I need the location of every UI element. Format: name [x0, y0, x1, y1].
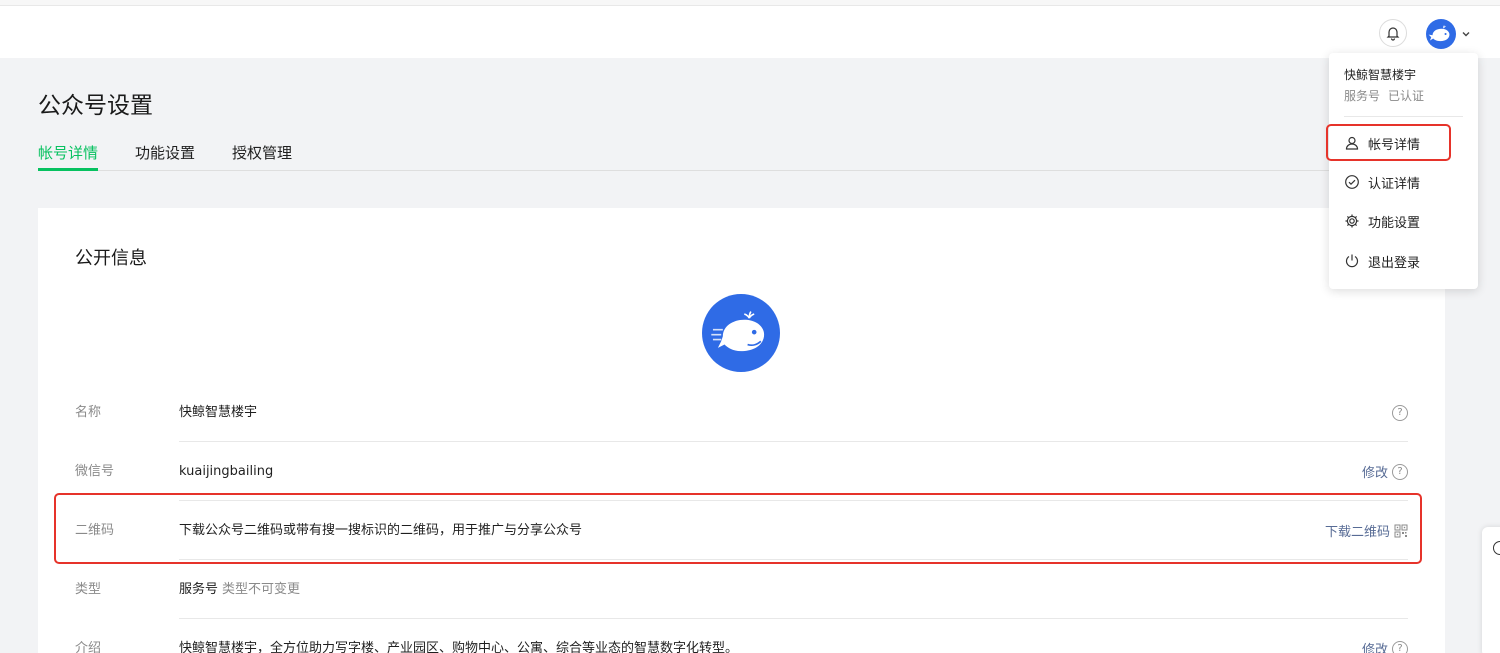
row-value: 下载公众号二维码或带有搜一搜标识的二维码，用于推广与分享公众号: [179, 501, 582, 560]
dropdown-item-label: 退出登录: [1368, 255, 1421, 271]
tab-bar: 帐号详情 功能设置 授权管理: [38, 132, 1442, 171]
tab-authorization[interactable]: 授权管理: [232, 142, 292, 163]
account-avatar[interactable]: [1426, 19, 1456, 49]
row-label: 类型: [75, 582, 102, 597]
account-dropdown-menu: 快鲸智慧楼宇 服务号 已认证 帐号详情 认证详情 功能设置 退出登录: [1329, 53, 1478, 289]
power-icon: [1345, 254, 1359, 268]
row-label: 名称: [75, 405, 102, 420]
row-label: 二维码: [75, 523, 115, 538]
dropdown-item-label: 帐号详情: [1368, 137, 1421, 153]
intro-action[interactable]: 修改 ?: [1362, 619, 1408, 653]
name-help-action[interactable]: ?: [1392, 383, 1408, 442]
modify-link[interactable]: 修改: [1362, 462, 1388, 481]
dropdown-account-type: 服务号: [1344, 89, 1381, 103]
dropdown-item-logout[interactable]: 退出登录: [1344, 249, 1420, 273]
dropdown-item-label: 功能设置: [1368, 215, 1421, 231]
dropdown-item-account-details[interactable]: 帐号详情: [1344, 131, 1420, 155]
wechat-id-value: kuaijingbailing: [179, 464, 274, 479]
whale-logo-icon: [711, 311, 765, 352]
chevron-down-icon[interactable]: [1460, 28, 1472, 40]
floating-help-widget[interactable]: [1482, 527, 1500, 653]
page-title: 公众号设置: [38, 93, 153, 119]
info-row-intro: 介绍 快鲸智慧楼宇，全方位助力写字楼、产业园区、购物中心、公寓、综合等业态的智慧…: [75, 619, 1408, 653]
account-logo: [702, 294, 780, 372]
user-icon: [1345, 136, 1359, 150]
help-icon[interactable]: ?: [1392, 640, 1408, 653]
tab-account-details[interactable]: 帐号详情: [38, 142, 98, 163]
top-bar: [0, 0, 1500, 58]
row-label: 微信号: [75, 464, 115, 479]
check-circle-icon: [1345, 175, 1359, 189]
info-row-name: 名称 快鲸智慧楼宇 ?: [75, 383, 1408, 442]
dropdown-account-meta: 服务号 已认证: [1344, 87, 1432, 104]
account-name-value: 快鲸智慧楼宇: [179, 405, 258, 420]
section-title: 公开信息: [75, 248, 147, 269]
wechat-id-action[interactable]: 修改 ?: [1362, 442, 1408, 501]
qrcode-icon[interactable]: [1394, 524, 1408, 538]
dropdown-item-verification-details[interactable]: 认证详情: [1344, 170, 1420, 194]
dropdown-item-label: 认证详情: [1368, 176, 1421, 192]
row-label: 介绍: [75, 641, 102, 653]
info-row-type: 类型 服务号 类型不可变更: [75, 560, 1408, 619]
row-value: kuaijingbailing: [179, 442, 273, 501]
dropdown-verified-status: 已认证: [1388, 89, 1425, 103]
download-qrcode-link[interactable]: 下载二维码: [1325, 521, 1390, 540]
type-note: 类型不可变更: [222, 582, 301, 597]
dropdown-item-feature-settings[interactable]: 功能设置: [1344, 209, 1420, 233]
tab-feature-settings[interactable]: 功能设置: [135, 142, 195, 163]
whale-logo-icon: [1428, 25, 1450, 42]
row-value: 快鲸智慧楼宇: [179, 383, 257, 442]
public-info-card: 公开信息 名称 快鲸智慧楼宇 ? 微信号 kuaijingbailing 修改 …: [38, 208, 1445, 653]
row-value: 服务号 类型不可变更: [179, 560, 300, 619]
row-value: 快鲸智慧楼宇，全方位助力写字楼、产业园区、购物中心、公寓、综合等业态的智慧数字化…: [179, 619, 738, 653]
dropdown-divider: [1344, 116, 1463, 117]
dropdown-account-name: 快鲸智慧楼宇: [1344, 68, 1417, 82]
qrcode-description: 下载公众号二维码或带有搜一搜标识的二维码，用于推广与分享公众号: [179, 523, 583, 538]
active-tab-indicator: [38, 168, 98, 171]
intro-value: 快鲸智慧楼宇，全方位助力写字楼、产业园区、购物中心、公寓、综合等业态的智慧数字化…: [179, 641, 739, 653]
account-type-value: 服务号: [179, 582, 219, 597]
download-qrcode-action[interactable]: 下载二维码: [1325, 501, 1408, 560]
widget-circle-icon: [1493, 541, 1500, 555]
help-icon[interactable]: ?: [1392, 463, 1408, 480]
modify-link[interactable]: 修改: [1362, 639, 1388, 653]
info-row-wechat-id: 微信号 kuaijingbailing 修改 ?: [75, 442, 1408, 501]
help-icon[interactable]: ?: [1392, 404, 1408, 421]
gear-icon: [1345, 214, 1359, 228]
bell-icon[interactable]: [1379, 19, 1407, 47]
info-row-qrcode: 二维码 下载公众号二维码或带有搜一搜标识的二维码，用于推广与分享公众号 下载二维…: [75, 501, 1408, 560]
